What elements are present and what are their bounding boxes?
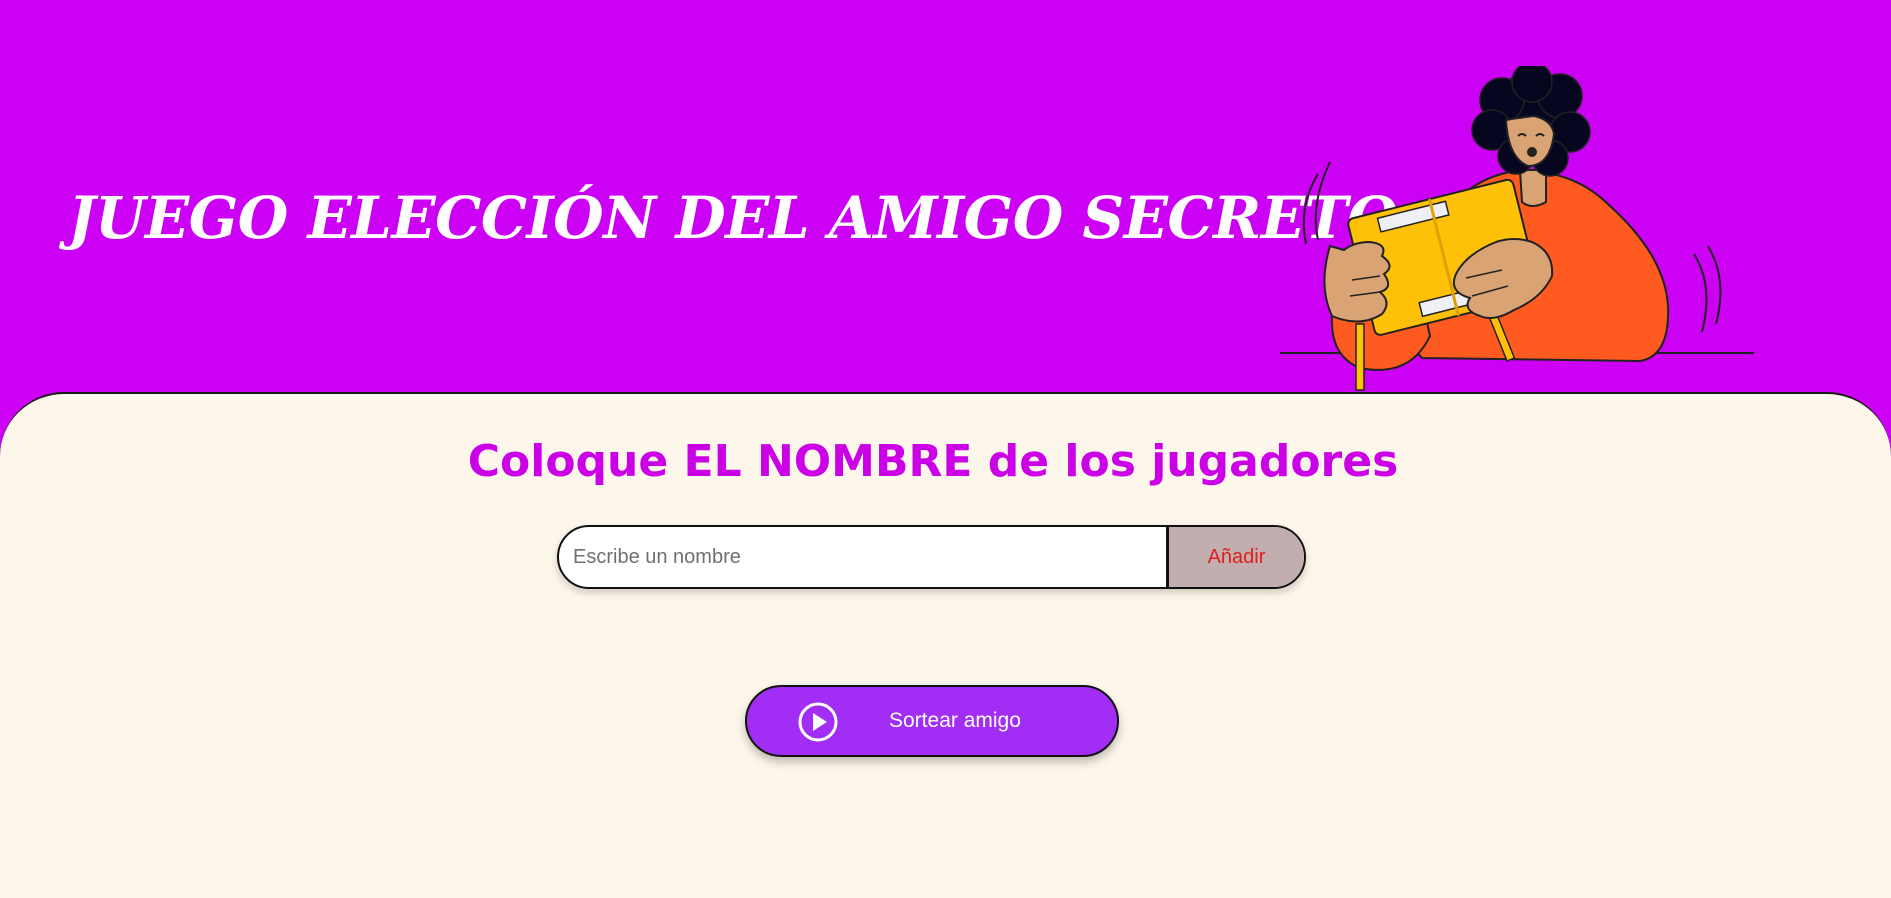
main-panel: Coloque EL NOMBRE de los jugadores Añadi…: [0, 392, 1891, 898]
draw-button-label: Sortear amigo: [889, 709, 1021, 732]
draw-friend-button[interactable]: Sortear amigo: [745, 685, 1119, 757]
person-opening-gift-illustration: [1280, 66, 1754, 391]
section-title: Coloque EL NOMBRE de los jugadores: [467, 436, 1399, 487]
page-title: JUEGO ELECCIÓN DEL AMIGO SECRETO: [68, 184, 1398, 252]
add-player-form: Añadir: [557, 525, 1306, 589]
header-banner: JUEGO ELECCIÓN DEL AMIGO SECRETO: [0, 0, 1891, 393]
play-circle-icon: [798, 702, 838, 742]
name-input[interactable]: [559, 527, 1167, 587]
add-button[interactable]: Añadir: [1166, 527, 1304, 587]
page: JUEGO ELECCIÓN DEL AMIGO SECRETO Coloque…: [0, 0, 1891, 898]
